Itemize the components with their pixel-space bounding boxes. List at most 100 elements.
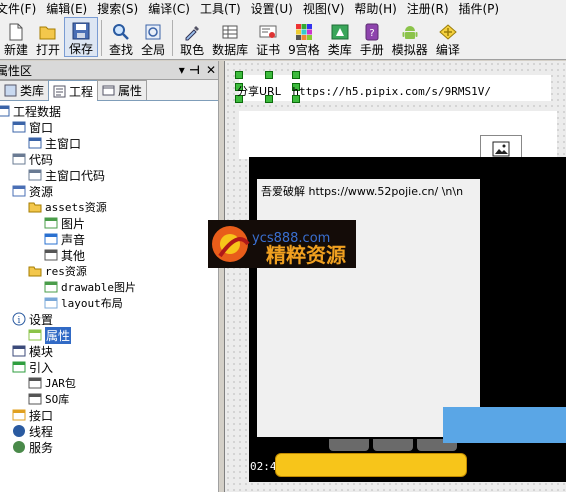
dragon-logo-icon: ycs888.com 精粹资源: [212, 226, 346, 267]
android-icon: [28, 329, 42, 341]
tree-node-label: JAR包: [45, 377, 76, 390]
menu-compile[interactable]: 编译(C): [143, 1, 195, 17]
find-button-label: 查找: [109, 43, 134, 57]
manual-icon: ?: [365, 23, 379, 41]
tree-node-label: 线程: [29, 424, 54, 439]
resize-handle[interactable]: [265, 71, 273, 79]
nine-grid-button-label: 9宫格: [288, 43, 320, 57]
interface-icon: [12, 409, 26, 421]
menu-help[interactable]: 帮助(H): [349, 1, 401, 17]
new-button[interactable]: 新建: [0, 17, 32, 57]
tree-node[interactable]: 线程: [12, 423, 53, 439]
compile-button[interactable]: 编译: [432, 17, 464, 57]
tree-node[interactable]: SO库: [28, 391, 69, 407]
menu-plugins[interactable]: 插件(P): [454, 1, 505, 17]
player-control-button[interactable]: [373, 439, 413, 451]
find-button[interactable]: 查找: [105, 17, 137, 57]
panel-controls: ▾ ⊣ ✕: [179, 63, 216, 77]
color-picker-button[interactable]: 取色: [176, 17, 208, 57]
webview-text: 吾爱破解 https://www.52pojie.cn/ \n\n: [261, 183, 463, 199]
compile-icon: [439, 24, 457, 40]
tree-node[interactable]: 资源: [12, 183, 53, 199]
thread-icon: [13, 425, 25, 437]
global-button[interactable]: 全局: [137, 17, 169, 57]
webview-text-content: 吾爱破解 https://www.52pojie.cn/ \n\n: [261, 185, 464, 198]
tree-node[interactable]: 图片: [44, 215, 85, 231]
tree-node[interactable]: drawable图片: [44, 279, 136, 295]
open-button[interactable]: 打开: [32, 17, 64, 57]
database-button[interactable]: 数据库: [208, 17, 252, 57]
resize-handle[interactable]: [292, 71, 300, 79]
search-icon: [113, 24, 129, 40]
menu-search[interactable]: 搜索(S): [92, 1, 143, 17]
manual-button[interactable]: ? 手册: [356, 17, 388, 57]
save-button[interactable]: 保存: [64, 17, 99, 57]
database-icon: [222, 25, 238, 39]
tree-node[interactable]: 接口: [12, 407, 53, 423]
tree-node[interactable]: 工程数据: [0, 103, 61, 119]
save-icon: [72, 22, 90, 40]
close-icon[interactable]: ✕: [206, 63, 216, 77]
menu-settings[interactable]: 设置(U): [246, 1, 298, 17]
tree-node[interactable]: i 设置: [12, 311, 53, 327]
properties-tab-icon: [102, 85, 115, 96]
menu-register[interactable]: 注册(R): [402, 1, 454, 17]
menu-tools[interactable]: 工具(T): [195, 1, 246, 17]
video-player-widget[interactable]: 吾爱破解 https://www.52pojie.cn/ \n\n 02:45: [249, 157, 566, 482]
progress-bar[interactable]: [275, 453, 467, 477]
panel-title-bar: 属性区 ▾ ⊣ ✕: [0, 61, 218, 80]
tree-node[interactable]: 其他: [44, 247, 85, 263]
tree-node[interactable]: res资源: [28, 263, 87, 279]
tree-node-label: 服务: [29, 440, 54, 455]
emulator-button[interactable]: 模拟器: [388, 17, 432, 57]
svg-text:?: ?: [369, 28, 374, 39]
module-icon: [12, 345, 26, 357]
info-icon: i: [12, 312, 26, 326]
tab-project-label: 工程: [69, 84, 94, 99]
menu-view[interactable]: 视图(V): [298, 1, 350, 17]
tree-node[interactable]: 服务: [12, 439, 53, 455]
database-button-label: 数据库: [212, 43, 249, 57]
nine-grid-button[interactable]: 9宫格: [284, 17, 324, 57]
image-icon: [44, 281, 58, 293]
menu-edit[interactable]: 编辑(E): [41, 1, 92, 17]
tree-node[interactable]: 声音: [44, 231, 85, 247]
pin-icon[interactable]: ▾ ⊣: [179, 63, 200, 77]
tree-node[interactable]: 属性: [28, 326, 72, 344]
panel-title: 属性区: [0, 63, 33, 78]
tree-node[interactable]: 主窗口代码: [28, 167, 105, 183]
library-icon: [331, 24, 349, 40]
tab-library[interactable]: 类库: [0, 80, 50, 100]
tree-node[interactable]: JAR包: [28, 375, 76, 391]
global-icon: [145, 24, 161, 40]
resize-handle[interactable]: [235, 71, 243, 79]
tab-project[interactable]: 工程: [48, 80, 99, 101]
panel-tabs: 类库 工程 属性: [0, 80, 218, 101]
tree-node[interactable]: 主窗口: [28, 135, 81, 151]
toolbar-separator: [172, 20, 174, 56]
webview-widget[interactable]: 吾爱破解 https://www.52pojie.cn/ \n\n: [257, 179, 480, 437]
library-button[interactable]: 类库: [324, 17, 356, 57]
tree-node[interactable]: 窗口: [12, 119, 53, 135]
tab-properties[interactable]: 属性: [97, 80, 148, 100]
player-control-button[interactable]: [329, 439, 369, 451]
tree-node-label: 其他: [61, 248, 86, 263]
jar-icon: [28, 377, 42, 389]
certificate-button[interactable]: 证书: [252, 17, 284, 57]
tree-node-label: 声音: [61, 232, 86, 247]
tree-node-label: drawable图片: [61, 281, 136, 294]
folder-icon: [28, 266, 42, 277]
tree-node[interactable]: 代码: [12, 151, 53, 167]
tree-node[interactable]: assets资源: [28, 199, 107, 215]
tree-node-label: SO库: [45, 393, 70, 406]
import-icon: [12, 361, 26, 373]
url-label: 分享URL: [237, 85, 281, 98]
menu-file[interactable]: 文件(F): [0, 1, 41, 17]
tree-node[interactable]: 模块: [12, 343, 53, 359]
design-canvas[interactable]: 分享URL https://h5.pipix.com/s/9RMS1V/ 吾爱破…: [224, 61, 566, 492]
tree-node[interactable]: 引入: [12, 359, 53, 375]
blue-panel: [443, 407, 566, 443]
tree-node[interactable]: layout布局: [44, 295, 123, 311]
tree-node-label: 主窗口: [45, 136, 82, 151]
resource-icon: [12, 185, 26, 197]
